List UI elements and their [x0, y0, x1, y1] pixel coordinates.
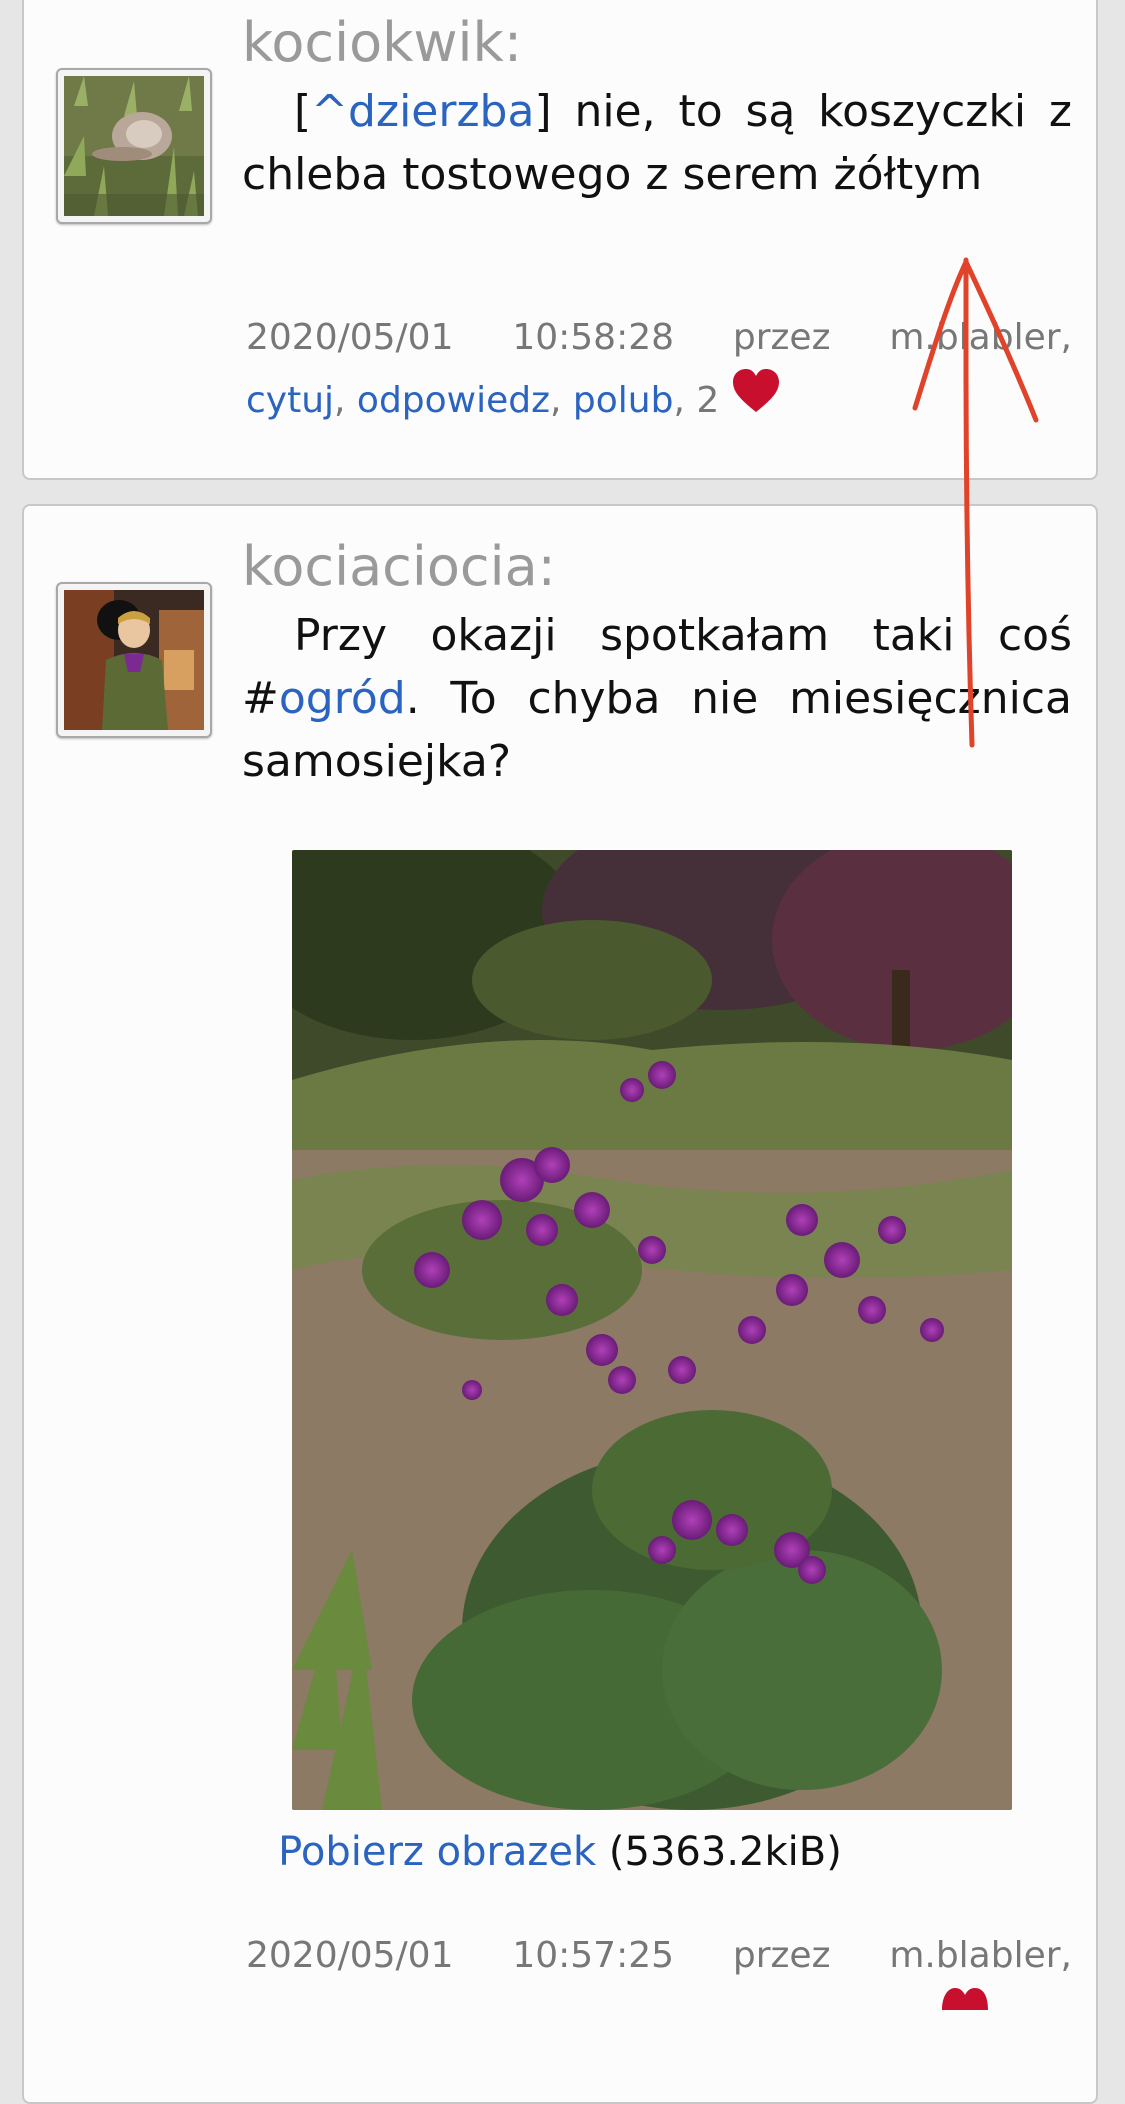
post-time: 10:57:25 [512, 1935, 675, 1976]
post-username[interactable]: kociaciocia: [242, 540, 556, 594]
by-label: przez [732, 1935, 831, 1976]
avatar-snail-image [64, 76, 204, 216]
reply-bracket-close: ] [534, 86, 552, 137]
reply-action-link[interactable]: odpowiedz [357, 371, 550, 431]
heart-icon [940, 1980, 990, 2014]
author-link[interactable]: m.blabler, [889, 308, 1072, 368]
post-body: [^dzierzba] nie, to są koszyczki z chleb… [242, 80, 1072, 206]
hashtag-link[interactable]: ogród [279, 673, 406, 724]
hash-symbol: # [242, 673, 279, 724]
like-link[interactable]: polub [573, 371, 674, 431]
author-link[interactable]: m.blabler, [889, 1926, 1072, 1986]
post-card: kociokwik: [^dzierzba] nie, to są koszyc… [22, 0, 1098, 480]
heart-icon [731, 368, 781, 433]
post-text: Przy okazji spotkałam taki coś [294, 610, 1072, 661]
post-meta: 2020/05/01 10:57:25 przez m.blabler, [246, 1926, 1072, 1986]
like-count: 2 [696, 379, 720, 421]
post-date: 2020/05/01 [246, 1935, 454, 1976]
file-size: (5363.2kiB) [608, 1829, 842, 1875]
post-image-flowers[interactable] [292, 850, 1012, 1810]
quote-link[interactable]: cytuj [246, 371, 334, 431]
avatar[interactable] [56, 582, 212, 738]
post-date: 2020/05/01 [246, 317, 454, 358]
reply-link[interactable]: ^dzierzba [311, 86, 534, 137]
avatar[interactable] [56, 68, 212, 224]
post-meta: 2020/05/01 10:58:28 przez m.blabler, cyt… [246, 308, 1072, 433]
avatar-person-image [64, 590, 204, 730]
by-label: przez [732, 317, 831, 358]
post-body: Przy okazji spotkałam taki coś #ogród. T… [242, 604, 1072, 793]
download-image-link[interactable]: Pobierz obrazek [278, 1829, 596, 1875]
image-caption: Pobierz obrazek (5363.2kiB) [24, 1824, 1096, 1880]
post-username[interactable]: kociokwik: [242, 16, 522, 70]
post-time: 10:58:28 [512, 317, 675, 358]
post-card: kociaciocia: Przy okazji spotkałam taki … [22, 504, 1098, 2104]
reply-bracket-open: [ [294, 86, 312, 137]
